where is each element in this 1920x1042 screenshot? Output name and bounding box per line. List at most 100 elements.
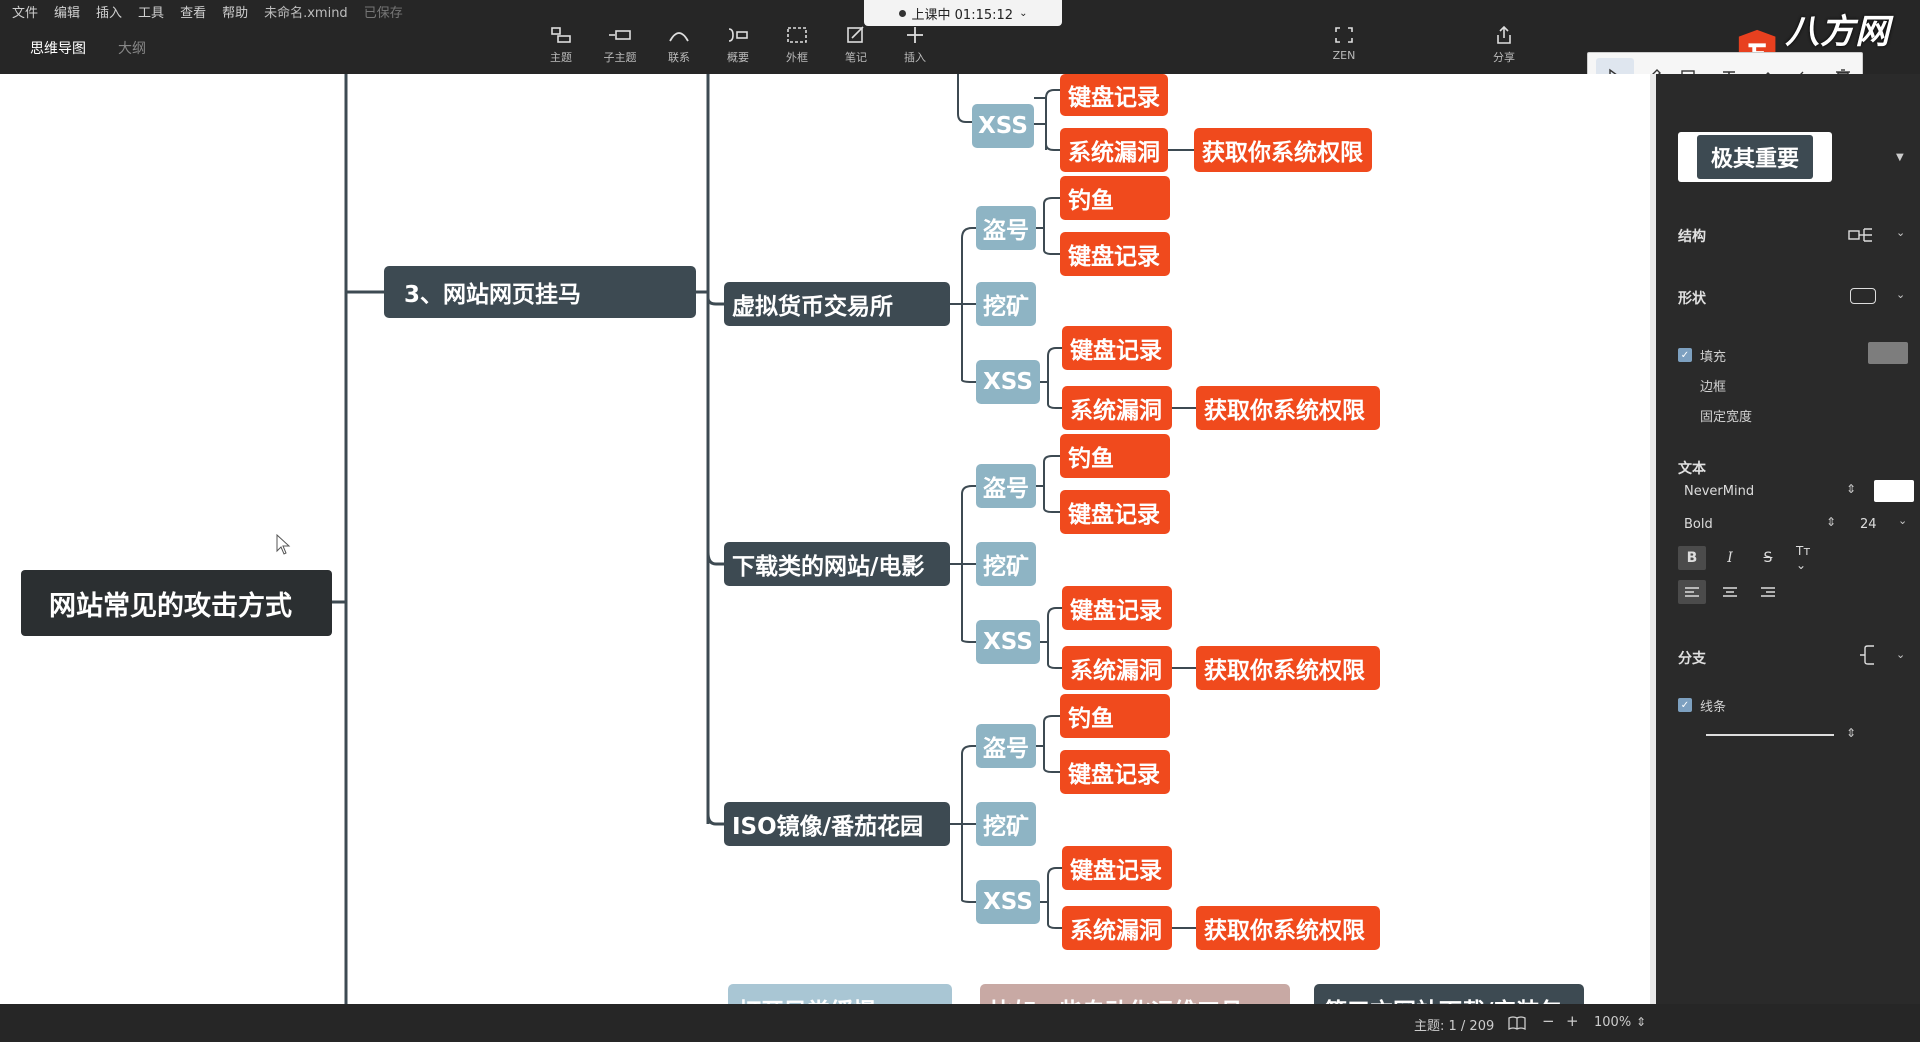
weight-stepper-icon[interactable]: ⇕ — [1826, 515, 1836, 529]
italic-button[interactable]: I — [1716, 546, 1744, 570]
fill-checkbox[interactable]: ✓ — [1678, 348, 1692, 362]
shape-chevron-icon[interactable]: ⌄ — [1896, 288, 1905, 301]
structure-icon[interactable] — [1848, 226, 1876, 244]
menu-help[interactable]: 帮助 — [222, 2, 248, 21]
topic-automation-tools[interactable]: 比如一些自动化运维工具 — [980, 984, 1290, 1004]
align-right-button[interactable] — [1754, 580, 1782, 604]
topic-system-vuln[interactable]: 系统漏洞 — [1062, 906, 1172, 950]
view-tabs: 思维导图 大纲 — [30, 38, 146, 58]
zoom-out-button[interactable]: − — [1542, 1012, 1555, 1030]
line-stepper-icon[interactable]: ⇕ — [1846, 726, 1856, 740]
branch-style-icon[interactable] — [1856, 644, 1878, 666]
share-label: 分享 — [1493, 51, 1515, 64]
topic-system-vuln[interactable]: 系统漏洞 — [1060, 128, 1168, 172]
font-family-select[interactable]: NeverMind — [1684, 484, 1754, 499]
zen-button[interactable]: ZEN — [1320, 24, 1368, 68]
topic-steal-account[interactable]: 盗号 — [976, 724, 1036, 768]
topic-style-card[interactable]: 极其重要 — [1678, 132, 1832, 182]
share-icon — [1490, 24, 1518, 46]
topic-slow-opening[interactable]: 打开异常缓慢 — [728, 984, 952, 1004]
style-dropdown-icon[interactable]: ▼ — [1896, 152, 1904, 163]
mindmap-canvas[interactable]: 网站常见的攻击方式 3、网站网页挂马 XSS 键盘记录 系统漏洞 获取你系统权限… — [0, 74, 1650, 1004]
topic-get-privilege[interactable]: 获取你系统权限 — [1196, 906, 1380, 950]
topic-xss[interactable]: XSS — [972, 104, 1034, 148]
root-topic[interactable]: 网站常见的攻击方式 — [21, 570, 332, 636]
text-case-button[interactable]: Tт ⌄ — [1796, 544, 1824, 572]
relationship-button[interactable]: 联系 — [655, 24, 703, 68]
topic-steal-account[interactable]: 盗号 — [976, 206, 1036, 250]
strikethrough-button[interactable]: S — [1754, 546, 1782, 570]
topic-keylogger[interactable]: 键盘记录 — [1062, 326, 1172, 370]
zoom-stepper-icon[interactable]: ⇕ — [1636, 1015, 1646, 1029]
line-width-slider[interactable] — [1706, 734, 1834, 736]
zoom-in-button[interactable]: + — [1566, 1012, 1579, 1030]
topic-xss[interactable]: XSS — [976, 880, 1040, 924]
subtopic-button[interactable]: 子主题 — [596, 24, 644, 68]
topic-mining[interactable]: 挖矿 — [976, 542, 1036, 586]
topic-xss[interactable]: XSS — [976, 360, 1040, 404]
shape-label: 形状 — [1678, 291, 1706, 307]
line-label: 线条 — [1700, 700, 1727, 715]
topic-mining[interactable]: 挖矿 — [976, 802, 1036, 846]
topic-phishing[interactable]: 钓鱼 — [1060, 694, 1170, 738]
topic-button[interactable]: 主题 — [537, 24, 585, 68]
font-size-select[interactable]: 24 — [1860, 517, 1877, 532]
topic-icon — [547, 24, 575, 46]
book-icon[interactable] — [1508, 1016, 1526, 1030]
plus-icon — [901, 24, 929, 46]
topic-phishing[interactable]: 钓鱼 — [1060, 434, 1170, 478]
topic-mining[interactable]: 挖矿 — [976, 282, 1036, 326]
format-panel: 极其重要 ▼ 结构 ⌄ 形状 ⌄ ✓ 填充 边框 固定宽度 文本 NeverMi… — [1656, 74, 1920, 1004]
insert-label: 插入 — [904, 51, 926, 64]
menu-insert[interactable]: 插入 — [96, 2, 122, 21]
menu-edit[interactable]: 编辑 — [54, 2, 80, 21]
border-label: 边框 — [1700, 380, 1727, 395]
text-color-swatch[interactable] — [1874, 480, 1914, 502]
topic-download-sites[interactable]: 下载类的网站/电影 — [724, 542, 950, 586]
shape-rounded-rect-icon[interactable] — [1850, 288, 1876, 304]
topic-get-privilege[interactable]: 获取你系统权限 — [1196, 386, 1380, 430]
topic-website-trojan[interactable]: 3、网站网页挂马 — [384, 266, 696, 318]
fill-color-swatch[interactable] — [1868, 342, 1908, 364]
share-button[interactable]: 分享 — [1480, 24, 1528, 68]
font-size-chevron-icon[interactable]: ⌄ — [1898, 514, 1907, 527]
topic-get-privilege[interactable]: 获取你系统权限 — [1194, 128, 1372, 172]
summary-button[interactable]: 概要 — [714, 24, 762, 68]
menu-bar: 文件 编辑 插入 工具 查看 帮助 未命名.xmind 已保存 — [12, 2, 403, 21]
topic-keylogger[interactable]: 键盘记录 — [1060, 490, 1170, 534]
branch-chevron-icon[interactable]: ⌄ — [1896, 648, 1905, 661]
bold-button[interactable]: B — [1678, 546, 1706, 570]
topic-system-vuln[interactable]: 系统漏洞 — [1062, 386, 1172, 430]
note-button[interactable]: 笔记 — [832, 24, 880, 68]
boundary-button[interactable]: 外框 — [773, 24, 821, 68]
menu-tools[interactable]: 工具 — [138, 2, 164, 21]
topic-keylogger[interactable]: 键盘记录 — [1062, 846, 1172, 890]
tab-outline[interactable]: 大纲 — [118, 38, 146, 58]
topic-keylogger[interactable]: 键盘记录 — [1060, 74, 1168, 116]
tab-mindmap[interactable]: 思维导图 — [30, 38, 86, 58]
topic-keylogger[interactable]: 键盘记录 — [1062, 586, 1172, 630]
topic-keylogger[interactable]: 键盘记录 — [1060, 750, 1170, 794]
insert-button[interactable]: 插入 — [891, 24, 939, 68]
topic-system-vuln[interactable]: 系统漏洞 — [1062, 646, 1172, 690]
topic-keylogger[interactable]: 键盘记录 — [1060, 232, 1170, 276]
topic-crypto-exchange[interactable]: 虚拟货币交易所 — [724, 282, 950, 326]
topic-steal-account[interactable]: 盗号 — [976, 464, 1036, 508]
line-checkbox[interactable]: ✓ — [1678, 698, 1692, 712]
font-stepper-icon[interactable]: ⇕ — [1846, 482, 1856, 496]
align-left-button[interactable] — [1678, 580, 1706, 604]
class-timer[interactable]: 上课中 01:15:12 ⌄ — [864, 0, 1062, 26]
structure-label: 结构 — [1678, 229, 1706, 245]
zoom-level[interactable]: 100% — [1594, 1015, 1631, 1030]
structure-chevron-icon[interactable]: ⌄ — [1896, 226, 1905, 239]
align-center-button[interactable] — [1716, 580, 1744, 604]
menu-file[interactable]: 文件 — [12, 2, 38, 21]
font-weight-select[interactable]: Bold — [1684, 517, 1713, 532]
topic-iso-image[interactable]: ISO镜像/番茄花园 — [724, 802, 950, 846]
topic-phishing[interactable]: 钓鱼 — [1060, 176, 1170, 220]
topic-xss[interactable]: XSS — [976, 620, 1040, 664]
boundary-icon — [783, 24, 811, 46]
topic-get-privilege[interactable]: 获取你系统权限 — [1196, 646, 1380, 690]
menu-view[interactable]: 查看 — [180, 2, 206, 21]
topic-third-party-download[interactable]: 第三方网站下载/安装包 — [1314, 984, 1584, 1004]
